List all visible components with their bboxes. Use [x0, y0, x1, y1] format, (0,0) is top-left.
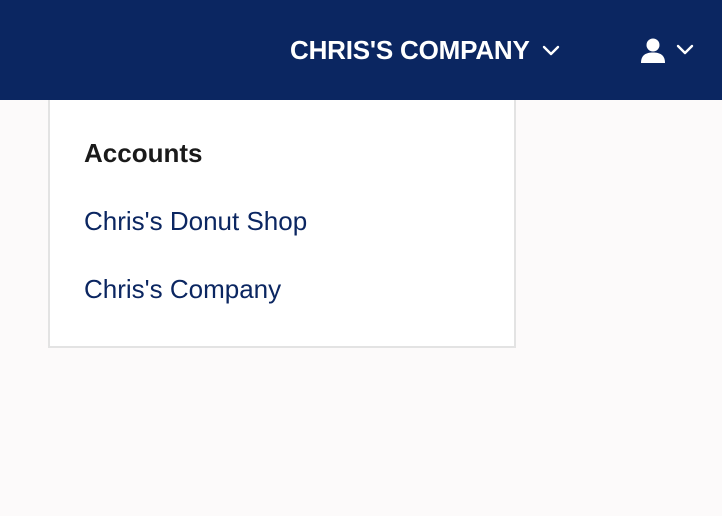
- company-switcher-button[interactable]: CHRIS'S COMPANY: [290, 34, 560, 66]
- chevron-down-icon: [676, 41, 694, 59]
- user-menu-button[interactable]: [640, 36, 694, 64]
- accounts-heading: Accounts: [84, 138, 203, 168]
- account-link-chris-donut-shop[interactable]: Chris's Donut Shop: [84, 206, 307, 237]
- company-name: CHRIS'S COMPANY: [290, 35, 530, 65]
- chevron-down-icon: [542, 42, 560, 60]
- account-link-chris-company[interactable]: Chris's Company: [84, 274, 281, 305]
- top-navigation-bar: CHRIS'S COMPANY: [0, 0, 722, 100]
- accounts-dropdown-panel: Accounts Chris's Donut Shop Chris's Comp…: [48, 100, 516, 348]
- user-icon: [640, 37, 666, 63]
